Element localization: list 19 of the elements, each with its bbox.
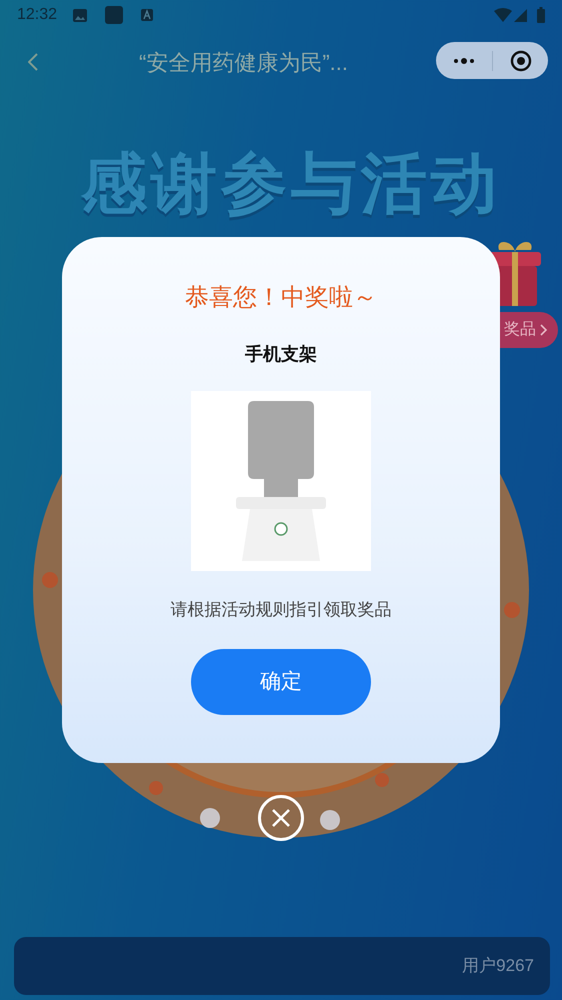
app-square-icon (105, 6, 124, 24)
signal-icon (514, 8, 527, 22)
status-time: 12:32 (17, 5, 58, 25)
letter-a-icon (141, 9, 154, 21)
dialog-heading: 恭喜您！中奖啦～ (185, 283, 377, 313)
back-icon (28, 53, 38, 71)
page-title: “安全用药健康为民”... (139, 48, 348, 76)
user-id-text: 用户9267 (462, 955, 534, 978)
battery-icon (537, 7, 545, 23)
target-icon (510, 50, 532, 72)
confirm-button[interactable]: 确定 (191, 648, 371, 714)
wifi-icon (494, 8, 512, 22)
chevron-right-icon (540, 324, 548, 336)
instruction-text: 请根据活动规则指引领取奖品 (170, 599, 392, 621)
close-icon (271, 808, 291, 828)
more-icon (453, 58, 475, 64)
close-button[interactable] (258, 795, 304, 841)
prize-name: 手机支架 (245, 343, 317, 366)
image-icon (73, 8, 88, 22)
